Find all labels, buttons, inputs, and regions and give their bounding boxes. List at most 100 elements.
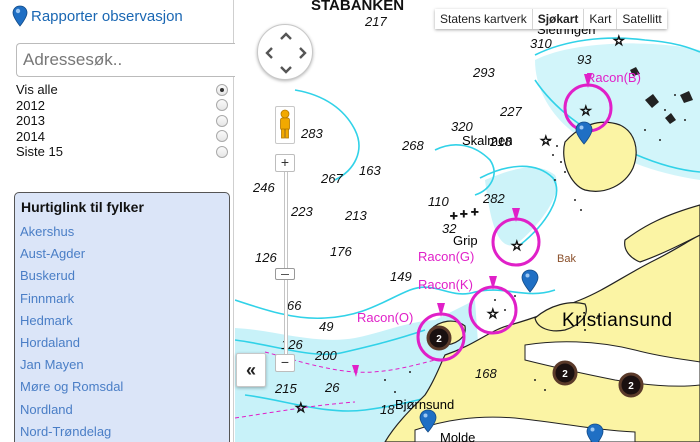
cluster-count: 2 bbox=[628, 381, 634, 392]
depth-label: 215 bbox=[274, 381, 297, 396]
racon-label-o: Racon(O) bbox=[357, 310, 413, 325]
place-kristiansund: Kristiansund bbox=[562, 310, 673, 331]
racon-label-b: Racon(B) bbox=[586, 70, 641, 85]
star-symbol: ☆ bbox=[295, 400, 307, 415]
county-link-nord-trondelag[interactable]: Nord-Trøndelag bbox=[20, 421, 229, 442]
county-panel-title: Hurtiglink til fylker bbox=[21, 199, 144, 215]
cluster-count: 2 bbox=[436, 334, 442, 345]
county-link-jan-mayen[interactable]: Jan Mayen bbox=[20, 354, 229, 376]
star-symbol: + bbox=[460, 206, 468, 221]
filter-label: 2013 bbox=[16, 113, 45, 129]
place-skalmen: Skalmen bbox=[462, 133, 513, 148]
depth-label: 168 bbox=[475, 366, 497, 381]
depth-label: 66 bbox=[287, 298, 302, 313]
year-filter: Vis alle 2012 2013 2014 Siste 15 bbox=[16, 82, 228, 160]
depth-label: 246 bbox=[252, 180, 275, 195]
observation-cluster[interactable]: 2 bbox=[552, 360, 578, 386]
observation-marker[interactable] bbox=[521, 269, 539, 293]
depth-label: 267 bbox=[320, 171, 343, 186]
racon-label-k: Racon(K) bbox=[418, 277, 473, 292]
county-link-hedmark[interactable]: Hedmark bbox=[20, 310, 229, 332]
pan-control[interactable] bbox=[257, 24, 313, 80]
map-pin-icon bbox=[12, 5, 28, 27]
cluster-count: 2 bbox=[562, 369, 568, 380]
radio-button[interactable] bbox=[216, 114, 228, 127]
chart-header-text: STABANKEN bbox=[311, 0, 404, 14]
street-view-pegman[interactable] bbox=[275, 106, 295, 144]
county-link-hordaland[interactable]: Hordaland bbox=[20, 332, 229, 354]
depth-label: 227 bbox=[499, 104, 522, 119]
radio-button[interactable] bbox=[216, 145, 228, 158]
depth-label: 213 bbox=[344, 208, 367, 223]
depth-label: 200 bbox=[314, 348, 337, 363]
map-type-kart[interactable]: Kart bbox=[584, 9, 618, 29]
star-symbol: ☆ bbox=[487, 306, 499, 321]
observation-cluster[interactable]: 2 bbox=[618, 372, 644, 398]
county-link-finnmark[interactable]: Finnmark bbox=[20, 288, 229, 310]
star-symbol: ☆ bbox=[580, 103, 592, 118]
zoom-slider-track[interactable] bbox=[284, 162, 288, 372]
place-bjornsund: Bjørnsund bbox=[395, 397, 454, 412]
pegman-icon bbox=[280, 109, 290, 139]
depth-label: 149 bbox=[390, 269, 412, 284]
place-molde: Molde bbox=[440, 430, 475, 442]
place-grip: Grip bbox=[453, 233, 478, 248]
star-symbol: ☆ bbox=[613, 33, 625, 48]
filter-2014[interactable]: 2014 bbox=[16, 129, 228, 145]
depth-label: 268 bbox=[401, 138, 424, 153]
report-observation-label: Rapporter observasjon bbox=[31, 7, 183, 25]
filter-siste-15[interactable]: Siste 15 bbox=[16, 144, 228, 160]
place-bak: Bak bbox=[557, 253, 576, 265]
county-link-buskerud[interactable]: Buskerud bbox=[20, 265, 229, 287]
address-search-input[interactable] bbox=[16, 43, 244, 77]
filter-label: Siste 15 bbox=[16, 144, 63, 160]
radio-button[interactable] bbox=[216, 83, 228, 96]
depth-label: 293 bbox=[472, 65, 495, 80]
observation-cluster[interactable]: 2 bbox=[426, 325, 452, 351]
depth-label: 310 bbox=[530, 36, 552, 51]
zoom-in-button[interactable]: + bbox=[275, 154, 295, 172]
county-link-akershus[interactable]: Akershus bbox=[20, 221, 229, 243]
depth-label: 320 bbox=[451, 119, 473, 134]
map-type-sjokart[interactable]: Sjøkart bbox=[533, 9, 585, 29]
depth-label: 223 bbox=[290, 204, 313, 219]
depth-label: 283 bbox=[300, 126, 323, 141]
sidebar: Rapporter observasjon Vis alle 2012 2013… bbox=[0, 0, 264, 442]
depth-label: 18 bbox=[380, 402, 395, 417]
depth-label: 26 bbox=[324, 380, 340, 395]
depth-label: 163 bbox=[359, 163, 381, 178]
depth-label: 126 bbox=[255, 250, 277, 265]
collapse-sidebar-button[interactable]: « bbox=[236, 353, 266, 387]
filter-label: Vis alle bbox=[16, 82, 58, 98]
radio-button[interactable] bbox=[216, 99, 228, 112]
map-type-selector: Statens kartverk Sjøkart Kart Satellitt bbox=[435, 9, 667, 29]
address-search bbox=[16, 43, 264, 77]
radio-button[interactable] bbox=[216, 130, 228, 143]
depth-label: 110 bbox=[428, 194, 449, 209]
county-list: Akershus Aust-Agder Buskerud Finnmark He… bbox=[15, 221, 229, 442]
filter-2012[interactable]: 2012 bbox=[16, 98, 228, 114]
map-type-statens-kartverk[interactable]: Statens kartverk bbox=[435, 9, 533, 29]
depth-label: 93 bbox=[577, 52, 592, 67]
filter-vis-alle[interactable]: Vis alle bbox=[16, 82, 228, 98]
depth-label: 217 bbox=[364, 14, 387, 29]
filter-label: 2012 bbox=[16, 97, 45, 113]
star-symbol: ☆ bbox=[511, 238, 523, 253]
depth-label: 176 bbox=[330, 244, 352, 259]
zoom-out-button[interactable]: − bbox=[275, 354, 295, 372]
star-symbol: + bbox=[471, 204, 479, 219]
zoom-slider-thumb[interactable] bbox=[275, 268, 295, 280]
star-symbol: ☆ bbox=[540, 133, 552, 148]
nautical-map[interactable]: ☆ ☆ ☆ ☆ ☆ ☆ + + + STABANKEN 217 310 93 2… bbox=[235, 0, 700, 442]
county-link-nordland[interactable]: Nordland bbox=[20, 399, 229, 421]
depth-label: 49 bbox=[319, 319, 333, 334]
county-link-more-og-romsdal[interactable]: Møre og Romsdal bbox=[20, 376, 229, 398]
filter-2013[interactable]: 2013 bbox=[16, 113, 228, 129]
depth-label: 282 bbox=[482, 191, 505, 206]
pan-arrows-icon bbox=[265, 32, 307, 74]
report-observation-link[interactable]: Rapporter observasjon bbox=[12, 5, 183, 27]
county-link-aust-agder[interactable]: Aust-Agder bbox=[20, 243, 229, 265]
filter-label: 2014 bbox=[16, 128, 45, 144]
county-quicklinks-panel: Hurtiglink til fylker Akershus Aust-Agde… bbox=[14, 192, 230, 442]
map-type-satellitt[interactable]: Satellitt bbox=[617, 9, 666, 29]
